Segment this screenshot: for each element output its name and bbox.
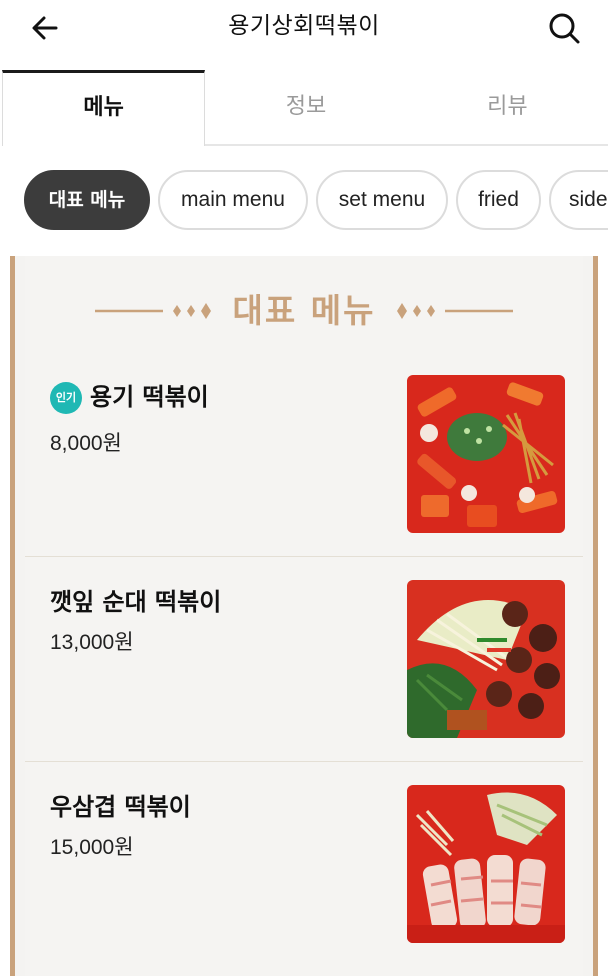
tab-menu[interactable]: 메뉴 bbox=[2, 70, 206, 146]
beef-tteokbokki-photo bbox=[407, 785, 565, 943]
tab-reviews[interactable]: 리뷰 bbox=[406, 70, 608, 146]
chip-set-menu[interactable]: set menu bbox=[316, 170, 448, 230]
chip-fried[interactable]: fried bbox=[456, 170, 541, 230]
ornament-left-icon bbox=[95, 303, 211, 319]
menu-item[interactable]: 우삼겹 떡볶이 15,000원 bbox=[25, 761, 583, 966]
section-title: 대표 메뉴 bbox=[232, 291, 376, 330]
menu-item[interactable]: 깻잎 순대 떡볶이 13,000원 bbox=[25, 556, 583, 761]
chip-signature-menu[interactable]: 대표 메뉴 bbox=[24, 170, 150, 230]
menu-item-name: 인기 용기 떡볶이 bbox=[50, 377, 209, 414]
divider bbox=[25, 761, 583, 762]
menu-item-name: 우삼겹 떡볶이 bbox=[50, 793, 191, 821]
menu-item-name: 깻잎 순대 떡볶이 bbox=[50, 588, 222, 616]
chip-main-menu[interactable]: main menu bbox=[158, 170, 308, 230]
popular-badge: 인기 bbox=[50, 382, 82, 414]
menu-item-price: 15,000원 bbox=[50, 836, 134, 859]
section-heading: 대표 메뉴 bbox=[25, 286, 583, 336]
menu-item-price: 8,000원 bbox=[50, 432, 122, 455]
category-chip-row: 대표 메뉴 main menu set menu fried side bbox=[0, 146, 608, 256]
search-icon[interactable] bbox=[544, 8, 584, 48]
tab-bar: 메뉴 정보 리뷰 bbox=[0, 70, 608, 146]
divider bbox=[25, 556, 583, 557]
menu-item-price: 13,000원 bbox=[50, 631, 134, 654]
top-app-bar: 용기상회떡볶이 bbox=[0, 0, 608, 70]
sundae-tteokbokki-photo bbox=[407, 580, 565, 738]
menu-item-name-text: 용기 떡볶이 bbox=[90, 383, 209, 411]
tab-info[interactable]: 정보 bbox=[205, 70, 407, 146]
menu-item[interactable]: 인기 용기 떡볶이 8,000원 bbox=[25, 351, 583, 556]
ornament-right-icon bbox=[397, 303, 513, 319]
tteokbokki-photo bbox=[407, 375, 565, 533]
signature-menu-panel: 대표 메뉴 인기 용기 떡볶이 8,000원 깻잎 순대 떡볶이 13,000원… bbox=[10, 256, 598, 976]
chip-side[interactable]: side bbox=[549, 170, 608, 230]
page-title: 용기상회떡볶이 bbox=[228, 13, 380, 39]
